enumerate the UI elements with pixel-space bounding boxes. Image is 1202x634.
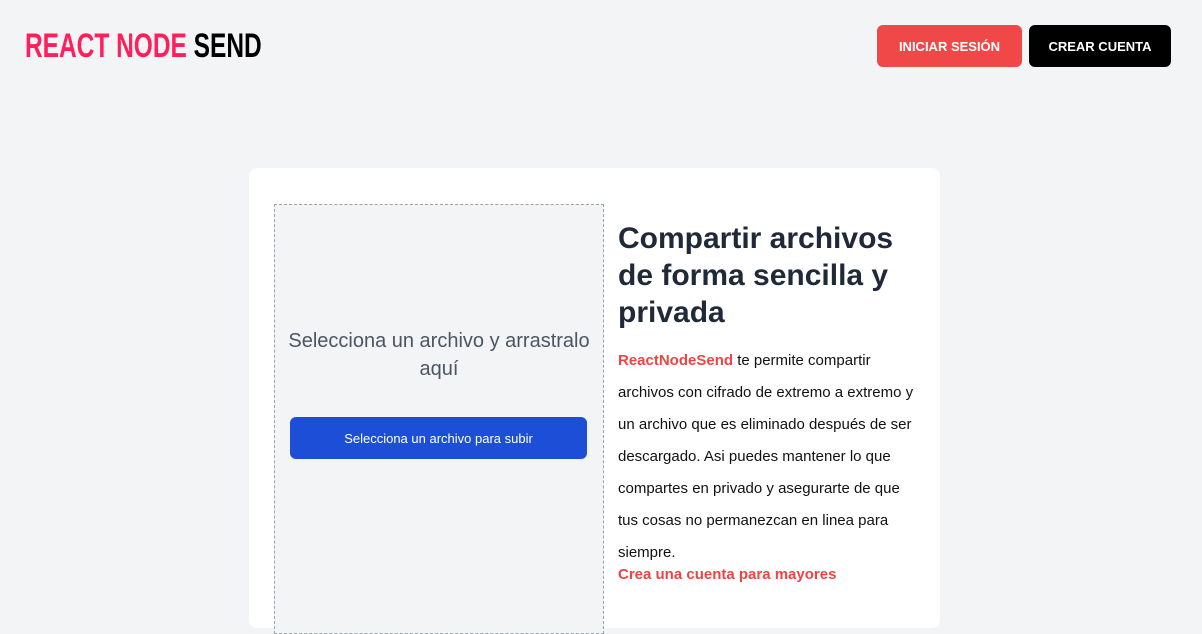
dropzone[interactable]: Selecciona un archivo y arrastralo aquí … — [274, 204, 604, 634]
brand-name: ReactNodeSend — [618, 352, 734, 369]
create-account-link[interactable]: Crea una cuenta para mayores — [618, 565, 918, 585]
description-text: te permite compartir archivos con cifrad… — [618, 352, 914, 561]
info-section: Compartir archivos de forma sencilla y p… — [618, 220, 918, 585]
info-description: ReactNodeSend te permite compartir archi… — [618, 345, 918, 569]
login-button[interactable]: INICIAR SESIÓN — [877, 25, 1022, 67]
logo[interactable]: REACT NODE SEND — [25, 28, 262, 64]
upload-button[interactable]: Selecciona un archivo para subir — [290, 417, 587, 459]
main-card: Selecciona un archivo y arrastralo aquí … — [249, 168, 940, 634]
logo-part2: SEND — [193, 27, 262, 65]
header: REACT NODE SEND INICIAR SESIÓN CREAR CUE… — [0, 0, 1202, 92]
logo-part1: REACT NODE — [25, 27, 187, 65]
dropzone-prompt: Selecciona un archivo y arrastralo aquí — [288, 330, 590, 380]
signup-button[interactable]: CREAR CUENTA — [1029, 25, 1171, 67]
info-title: Compartir archivos de forma sencilla y p… — [618, 222, 894, 329]
